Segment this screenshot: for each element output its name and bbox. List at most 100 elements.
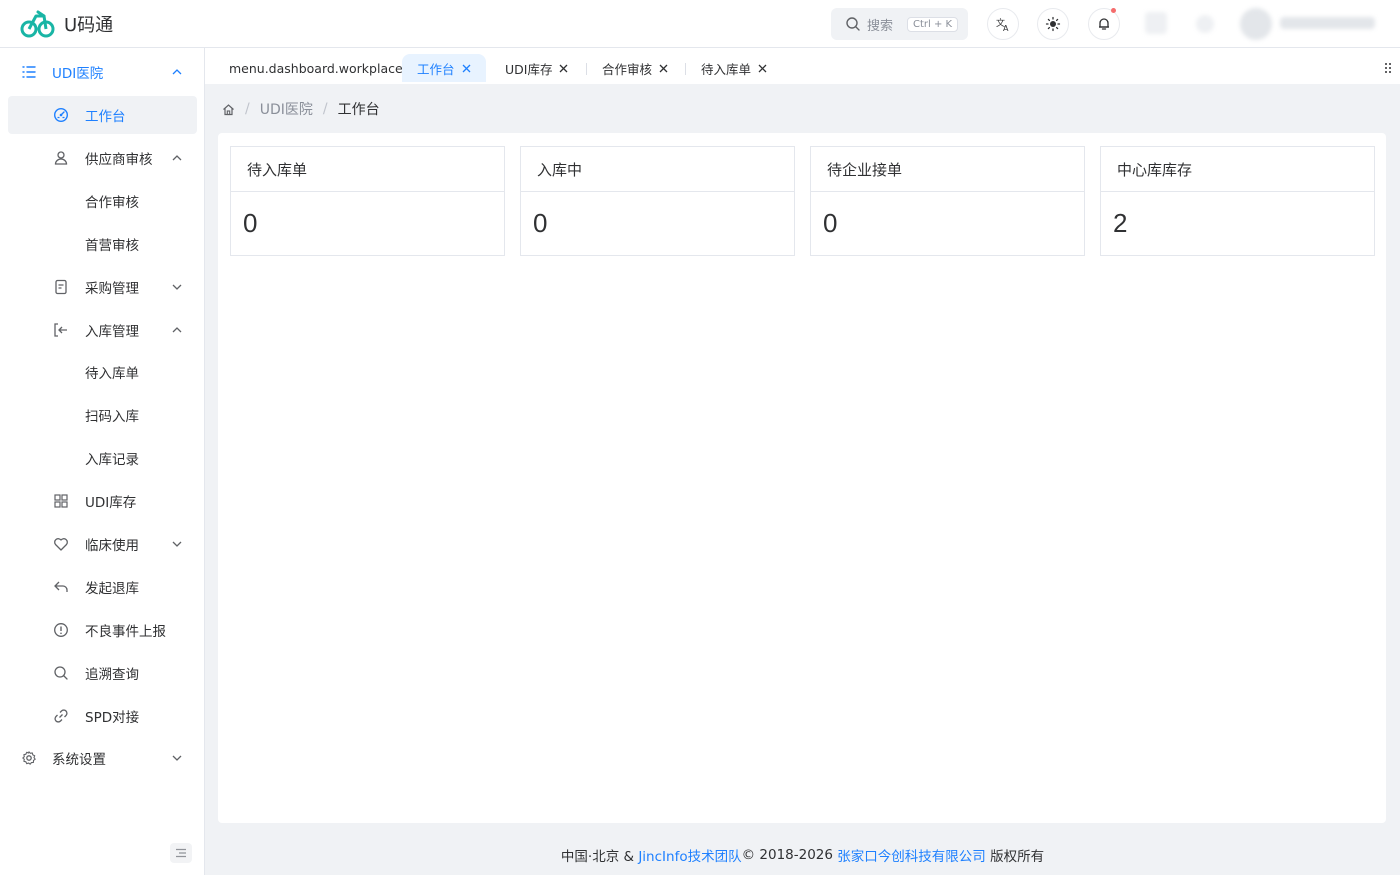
sidebar-item-label: UDI库存 (85, 495, 137, 511)
close-icon[interactable] (461, 63, 472, 74)
chevron-down-icon (171, 280, 185, 294)
sidebar-group-settings[interactable]: 系统设置 (8, 739, 197, 777)
sidebar-group-label: 系统设置 (52, 752, 106, 768)
sidebar-item-udi-stock[interactable]: UDI库存 (8, 482, 197, 520)
sidebar-item-cooperation-review[interactable]: 合作审核 (8, 182, 197, 220)
theme-toggle-button[interactable] (1037, 8, 1069, 40)
sidebar-item-spd[interactable]: SPD对接 (8, 697, 197, 735)
sidebar-item-label: 扫码入库 (85, 409, 139, 425)
stat-card-pending-inbound[interactable]: 待入库单 0 (230, 146, 505, 256)
home-icon[interactable] (222, 103, 235, 116)
close-icon[interactable] (558, 63, 569, 74)
sidebar-item-label: 临床使用 (85, 538, 139, 554)
sidebar-item-trace-query[interactable]: 追溯查询 (8, 654, 197, 692)
sidebar-item-label: 采购管理 (85, 281, 139, 297)
footer-team-link[interactable]: JincInfo技术团队 (638, 845, 741, 865)
tab-udi-stock[interactable]: UDI库存 (497, 54, 577, 82)
search-icon (846, 17, 860, 31)
sidebar-item-workbench[interactable]: 工作台 (8, 96, 197, 134)
breadcrumb-item[interactable]: UDI医院 (260, 99, 313, 119)
sidebar-item-pending-inbound[interactable]: 待入库单 (8, 353, 197, 391)
footer-copyright: © 2018-2026 (741, 847, 833, 863)
sidebar-item-label: 发起退库 (85, 581, 139, 597)
tab-label: menu.dashboard.workplace (229, 60, 403, 76)
sidebar-item-label: 首营审核 (85, 238, 139, 254)
stat-card-pending-enterprise-orders[interactable]: 待企业接单 0 (810, 146, 1085, 256)
chevron-down-icon (171, 537, 185, 551)
breadcrumb-current: 工作台 (337, 102, 380, 118)
language-button[interactable]: 文A (987, 8, 1019, 40)
tab-label: UDI库存 (505, 61, 553, 77)
tab-divider (586, 63, 587, 75)
sidebar-item-label: 待入库单 (85, 366, 139, 382)
footer-company-link[interactable]: 张家口今创科技有限公司 (837, 845, 986, 865)
sidebar-collapse-button[interactable] (170, 843, 192, 863)
footer-suffix: 版权所有 (990, 849, 1045, 865)
footer-prefix: 中国·北京 & (560, 849, 635, 865)
footer: 中国·北京 & JincInfo技术团队 © 2018-2026 张家口今创科技… (205, 835, 1400, 875)
sidebar-group-label: UDI医院 (52, 66, 104, 82)
sidebar-item-label: 入库管理 (85, 324, 139, 340)
stat-title: 待入库单 (231, 147, 504, 192)
search-box[interactable]: 搜索 Ctrl + K (831, 8, 968, 40)
stat-title: 入库中 (521, 147, 794, 192)
back-icon (52, 578, 70, 596)
svg-text:A: A (1003, 24, 1009, 32)
breadcrumb-separator: / (245, 101, 250, 117)
tab-label: 工作台 (417, 61, 455, 77)
sidebar-item-scan-inbound[interactable]: 扫码入库 (8, 396, 197, 434)
blurred-icon[interactable] (1196, 15, 1214, 33)
sidebar-item-inbound[interactable]: 入库管理 (8, 311, 197, 349)
app-title: U码通 (64, 15, 114, 36)
logo-icon (20, 10, 55, 38)
sidebar-item-adverse-event[interactable]: 不良事件上报 (8, 611, 197, 649)
tab-cooperation-review[interactable]: 合作审核 (594, 54, 677, 82)
sidebar-item-label: 不良事件上报 (85, 624, 166, 640)
top-header: U码通 搜索 Ctrl + K 文A (0, 0, 1400, 48)
tab-workbench[interactable]: 工作台 (402, 54, 486, 82)
sidebar-group-udi-hospital[interactable]: UDI医院 (8, 53, 197, 91)
sidebar-item-label: 追溯查询 (85, 667, 139, 683)
sidebar-item-label: 入库记录 (85, 452, 139, 468)
more-vertical-icon[interactable] (1383, 61, 1393, 75)
sidebar-item-return[interactable]: 发起退库 (8, 568, 197, 606)
user-name[interactable] (1280, 17, 1375, 29)
sidebar-item-label: 合作审核 (85, 195, 139, 211)
user-avatar[interactable] (1240, 8, 1272, 40)
notification-button[interactable] (1088, 8, 1120, 40)
stat-value: 2 (1113, 208, 1128, 238)
user-icon (52, 149, 70, 167)
grid-icon (52, 492, 70, 510)
sidebar-item-first-review[interactable]: 首营审核 (8, 225, 197, 263)
stat-card-central-stock[interactable]: 中心库库存 2 (1100, 146, 1375, 256)
tab-divider (685, 63, 686, 75)
sun-icon (1045, 16, 1061, 32)
close-icon[interactable] (757, 63, 768, 74)
stat-card-inbound-in-progress[interactable]: 入库中 0 (520, 146, 795, 256)
heart-icon (52, 535, 70, 553)
chevron-up-icon (171, 65, 185, 79)
sidebar: UDI医院 工作台 供应商审核 合作审核 首营审核 采购管理 入库管理 待入库单… (0, 48, 205, 875)
sidebar-item-clinical-use[interactable]: 临床使用 (8, 525, 197, 563)
tab-workplace-key[interactable]: menu.dashboard.workplace (221, 54, 411, 82)
link-icon (52, 707, 70, 725)
sidebar-item-label: SPD对接 (85, 710, 140, 726)
sidebar-item-purchase[interactable]: 采购管理 (8, 268, 197, 306)
breadcrumb: / UDI医院 / 工作台 (222, 99, 380, 119)
document-icon (52, 278, 70, 296)
app-logo[interactable]: U码通 (20, 8, 113, 40)
sidebar-item-inbound-records[interactable]: 入库记录 (8, 439, 197, 477)
tab-pending-inbound[interactable]: 待入库单 (693, 54, 776, 82)
stat-value: 0 (533, 208, 548, 238)
blurred-icon[interactable] (1145, 12, 1167, 34)
sidebar-item-supplier-review[interactable]: 供应商审核 (8, 139, 197, 177)
chevron-up-icon (171, 323, 185, 337)
chevron-down-icon (171, 751, 185, 765)
sidebar-item-label: 供应商审核 (85, 152, 153, 168)
menu-fold-icon (176, 848, 186, 858)
sidebar-item-label: 工作台 (85, 109, 126, 125)
search-shortcut: Ctrl + K (907, 16, 959, 32)
close-icon[interactable] (658, 63, 669, 74)
gear-icon (20, 749, 38, 767)
search-icon (52, 664, 70, 682)
